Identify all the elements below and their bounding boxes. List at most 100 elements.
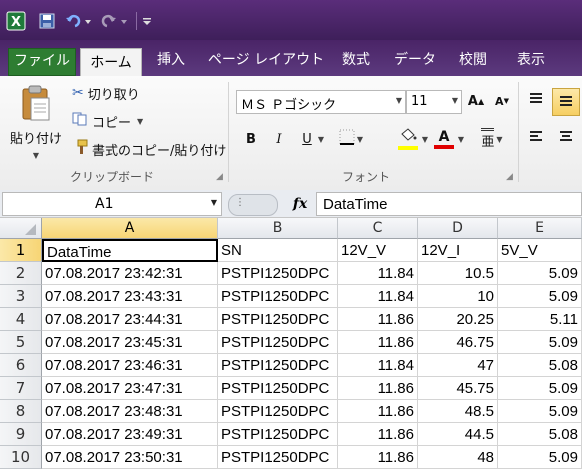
tab-home[interactable]: ホーム (80, 48, 142, 77)
table-cell[interactable]: 07.08.2017 23:45:31 (42, 331, 218, 354)
table-cell[interactable]: 20.25 (418, 308, 498, 331)
table-cell[interactable]: 5.11 (498, 308, 582, 331)
align-middle-button[interactable] (552, 88, 580, 116)
table-cell[interactable]: 11.86 (338, 331, 418, 354)
table-cell[interactable]: 07.08.2017 23:47:31 (42, 377, 218, 400)
clipboard-launcher-icon[interactable]: ◢ (216, 172, 223, 182)
table-cell[interactable]: 11.86 (338, 377, 418, 400)
table-cell[interactable]: PSTPI1250DPC (218, 262, 338, 285)
row-header[interactable]: 2 (0, 262, 42, 285)
column-header-a[interactable]: A (42, 218, 218, 239)
font-name-select[interactable]: ＭＳ Ｐゴシック ▼ (236, 90, 406, 114)
table-cell[interactable]: 11.86 (338, 423, 418, 446)
customize-icon[interactable] (140, 12, 154, 30)
table-cell[interactable]: 46.75 (418, 331, 498, 354)
table-cell[interactable]: 10.5 (418, 262, 498, 285)
row-header[interactable]: 3 (0, 285, 42, 308)
column-header-b[interactable]: B (218, 218, 338, 239)
align-top-button[interactable] (524, 90, 548, 112)
underline-button[interactable]: U (298, 128, 316, 150)
table-cell[interactable]: 11.86 (338, 400, 418, 423)
borders-button[interactable]: ▼ (336, 128, 366, 150)
row-header[interactable]: 4 (0, 308, 42, 331)
table-cell[interactable]: 5.09 (498, 262, 582, 285)
excel-icon[interactable]: X (6, 11, 26, 31)
table-cell[interactable]: PSTPI1250DPC (218, 400, 338, 423)
table-cell[interactable]: 5.08 (498, 354, 582, 377)
header-cell[interactable]: 12V_V (338, 239, 418, 262)
table-cell[interactable]: PSTPI1250DPC (218, 423, 338, 446)
underline-dropdown[interactable]: ▼ (316, 128, 326, 150)
table-cell[interactable]: 48.5 (418, 400, 498, 423)
row-header[interactable]: 1 (0, 239, 42, 262)
table-cell[interactable]: 5.09 (498, 331, 582, 354)
row-header[interactable]: 7 (0, 377, 42, 400)
table-cell[interactable]: 45.75 (418, 377, 498, 400)
header-cell[interactable]: 12V_I (418, 239, 498, 262)
italic-button[interactable]: I (270, 128, 288, 150)
table-cell[interactable]: 07.08.2017 23:50:31 (42, 446, 218, 469)
formula-input[interactable]: DataTime (316, 192, 582, 216)
shrink-font-button[interactable]: A ▼ (492, 90, 512, 112)
font-launcher-icon[interactable]: ◢ (506, 172, 513, 182)
table-cell[interactable]: 10 (418, 285, 498, 308)
table-cell[interactable]: PSTPI1250DPC (218, 308, 338, 331)
table-cell[interactable]: 07.08.2017 23:49:31 (42, 423, 218, 446)
fill-color-dropdown[interactable]: ▼ (420, 128, 430, 150)
table-cell[interactable]: PSTPI1250DPC (218, 446, 338, 469)
fx-button[interactable]: fx (288, 193, 312, 215)
tab-review[interactable]: 校閲 (450, 46, 496, 76)
align-center-button[interactable] (554, 128, 578, 150)
table-cell[interactable]: PSTPI1250DPC (218, 354, 338, 377)
table-cell[interactable]: 11.84 (338, 262, 418, 285)
table-cell[interactable]: 47 (418, 354, 498, 377)
column-header-c[interactable]: C (338, 218, 418, 239)
cut-button[interactable]: ✂ 切り取り (72, 82, 140, 104)
font-size-select[interactable]: 11 ▼ (406, 90, 462, 114)
tab-page-layout[interactable]: ページ レイアウト (204, 46, 328, 76)
tab-file[interactable]: ファイル (8, 48, 76, 76)
phonetic-button[interactable]: 亜 ▼ (478, 128, 506, 150)
table-cell[interactable]: 5.09 (498, 285, 582, 308)
tab-formulas[interactable]: 数式 (334, 46, 378, 76)
undo-icon[interactable] (64, 12, 94, 30)
table-cell[interactable]: 11.86 (338, 446, 418, 469)
font-color-dropdown[interactable]: ▼ (456, 128, 466, 150)
table-cell[interactable]: PSTPI1250DPC (218, 285, 338, 308)
align-left-button[interactable] (524, 128, 548, 150)
header-cell[interactable]: DataTime (42, 239, 218, 262)
redo-icon[interactable] (100, 12, 130, 30)
save-icon[interactable] (38, 12, 56, 30)
table-cell[interactable]: 5.09 (498, 400, 582, 423)
paste-button[interactable]: 貼り付け ▼ (4, 80, 68, 164)
tab-insert[interactable]: 挿入 (148, 46, 194, 76)
select-all-corner[interactable] (0, 218, 42, 239)
row-header[interactable]: 6 (0, 354, 42, 377)
table-cell[interactable]: 5.09 (498, 446, 582, 469)
column-header-d[interactable]: D (418, 218, 498, 239)
row-header[interactable]: 9 (0, 423, 42, 446)
bold-button[interactable]: B (242, 128, 260, 150)
header-cell[interactable]: SN (218, 239, 338, 262)
table-cell[interactable]: 07.08.2017 23:48:31 (42, 400, 218, 423)
table-cell[interactable]: PSTPI1250DPC (218, 377, 338, 400)
table-cell[interactable]: 44.5 (418, 423, 498, 446)
table-cell[interactable]: 11.84 (338, 354, 418, 377)
table-cell[interactable]: 07.08.2017 23:43:31 (42, 285, 218, 308)
column-header-e[interactable]: E (498, 218, 582, 239)
table-cell[interactable]: 07.08.2017 23:46:31 (42, 354, 218, 377)
copy-button[interactable]: コピー ▼ (72, 110, 143, 132)
font-color-button[interactable]: A (432, 126, 456, 152)
row-header[interactable]: 5 (0, 331, 42, 354)
table-cell[interactable]: 5.08 (498, 423, 582, 446)
table-cell[interactable]: PSTPI1250DPC (218, 331, 338, 354)
table-cell[interactable]: 11.86 (338, 308, 418, 331)
table-cell[interactable]: 07.08.2017 23:44:31 (42, 308, 218, 331)
tab-view[interactable]: 表示 (508, 46, 554, 76)
row-header[interactable]: 10 (0, 446, 42, 469)
header-cell[interactable]: 5V_V (498, 239, 582, 262)
format-painter-button[interactable]: 書式のコピー/貼り付け (72, 138, 226, 160)
name-box[interactable]: A1 ▼ (2, 192, 222, 216)
table-cell[interactable]: 5.09 (498, 377, 582, 400)
table-cell[interactable]: 11.84 (338, 285, 418, 308)
